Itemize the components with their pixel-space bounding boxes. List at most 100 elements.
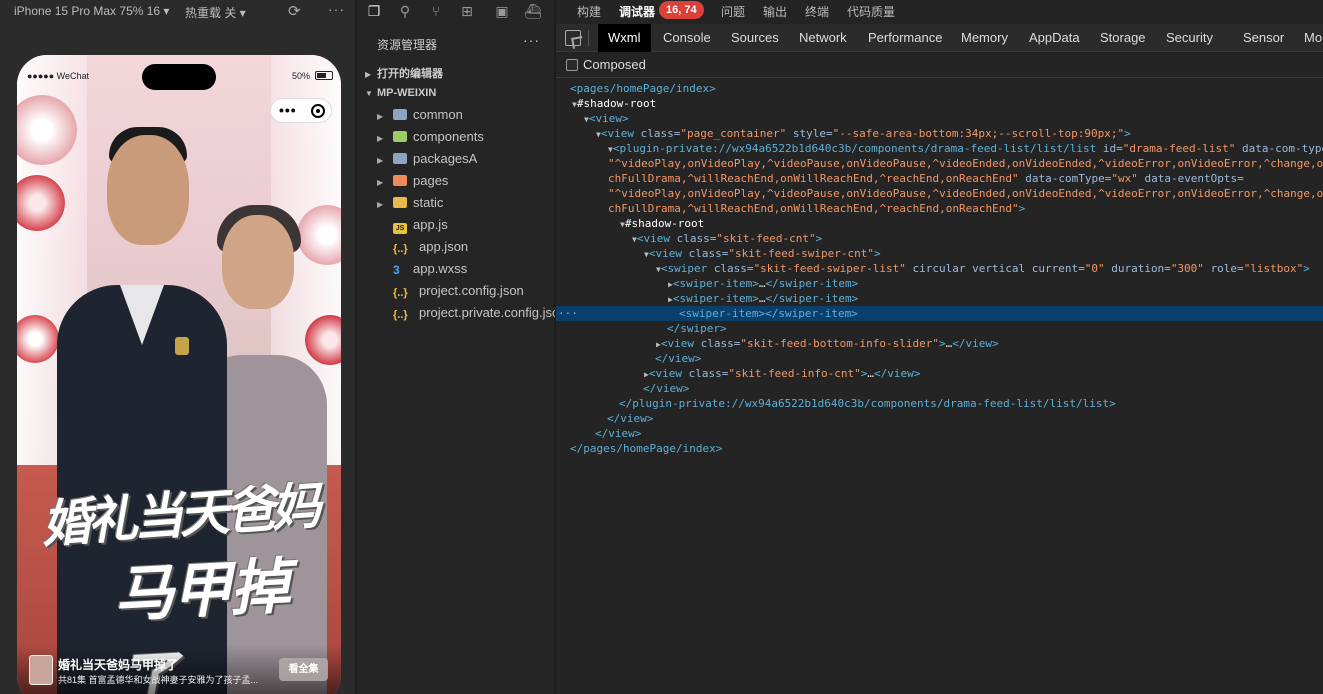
tree-line[interactable]: ▼<view class="page_container" style="--s… [556, 126, 1323, 141]
tree-item-app-json[interactable]: {..} app.json [393, 236, 571, 258]
hot-reload-toggle[interactable]: 热重载 关 ▾ [185, 4, 246, 21]
drama-thumbnail[interactable] [29, 655, 53, 685]
composed-checkbox[interactable] [566, 59, 578, 71]
tree-line[interactable]: chFullDrama,^willReachEnd,onWillReachEnd… [556, 201, 1323, 216]
tree-line[interactable]: ▶<view class="skit-feed-bottom-info-slid… [556, 336, 1323, 351]
open-editors-section[interactable]: ▶ 打开的编辑器 [365, 65, 443, 81]
tab-console[interactable]: Console [663, 24, 711, 52]
tab-wxml[interactable]: Wxml [598, 24, 651, 52]
tree-line[interactable]: ▶<swiper-item>…</swiper-item> [556, 276, 1323, 291]
status-bar: ●●●●● WeChat 50% [17, 55, 341, 95]
more-icon[interactable]: ··· [558, 306, 578, 321]
tab-storage[interactable]: Storage [1100, 24, 1146, 52]
tab-sensor[interactable]: Sensor [1243, 24, 1284, 52]
police-badge [175, 337, 189, 355]
tree-line[interactable]: </view> [556, 351, 1323, 366]
tree-line[interactable]: ▼<plugin-private://wx94a6522b1d640c3b/co… [556, 141, 1323, 156]
tree-line[interactable]: ▼<view class="skit-feed-swiper-cnt"> [556, 246, 1323, 261]
tree-item-project-config[interactable]: {..} project.config.json [393, 280, 571, 302]
tree-line[interactable]: ▼<view> [556, 111, 1323, 126]
tab-memory[interactable]: Memory [961, 24, 1008, 52]
tree-line[interactable]: ▶<swiper-item>…</swiper-item> [556, 291, 1323, 306]
chevron-right-icon: ▶ [377, 178, 384, 187]
phone-screen[interactable]: ●●●●● WeChat 50% ••• 婚礼当天爸妈 马甲掉了 婚礼当天爸妈马… [17, 55, 341, 694]
drama-title[interactable]: 婚礼当天爸妈马甲掉了 [58, 656, 178, 673]
activity-bar: ❐ ⚲ ⑂ ⊞ ▣ ⛴ [357, 0, 555, 22]
error-count-badge[interactable]: 16, 74 [659, 1, 704, 19]
tree-item-app-wxss[interactable]: 3 app.wxss [393, 258, 571, 280]
files-icon[interactable]: ❐ [365, 2, 383, 20]
refresh-icon[interactable]: ⟳ [288, 2, 301, 20]
tab-sources[interactable]: Sources [731, 24, 779, 52]
docker-icon[interactable]: ⛴ [524, 2, 542, 20]
tree-item-common[interactable]: ▶ common [377, 104, 555, 126]
tab-build[interactable]: 构建 [577, 3, 601, 20]
tree-line[interactable]: ▼#shadow-root [556, 216, 1323, 231]
tab-output[interactable]: 输出 [763, 3, 787, 20]
tree-line[interactable]: </view> [556, 381, 1323, 396]
tree-line[interactable]: </pages/homePage/index> [556, 441, 1323, 456]
tree-item-label: components [413, 129, 484, 144]
tree-line[interactable]: </plugin-private://wx94a6522b1d640c3b/co… [556, 396, 1323, 411]
tree-line[interactable]: </view> [556, 411, 1323, 426]
simulator-panel: iPhone 15 Pro Max 75% 16 ▾ 热重载 关 ▾ ⟳ ··· [0, 0, 356, 694]
tab-terminal[interactable]: 终端 [805, 3, 829, 20]
json-file-icon: {..} [393, 287, 408, 299]
tab-appdata[interactable]: AppData [1029, 24, 1080, 52]
tree-line-selected[interactable]: ··· <swiper-item></swiper-item> [556, 306, 1323, 321]
tree-item-packagesA[interactable]: ▶ packagesA [377, 148, 555, 170]
watch-all-button[interactable]: 看全集 [279, 658, 328, 681]
device-selector[interactable]: iPhone 15 Pro Max 75% 16 ▾ [14, 4, 169, 18]
extensions-icon[interactable]: ⊞ [458, 2, 476, 20]
tab-code-quality[interactable]: 代码质量 [847, 3, 895, 20]
tree-item-label: app.js [413, 217, 448, 232]
tree-line[interactable]: </swiper> [556, 321, 1323, 336]
tree-line[interactable]: "^videoPlay,onVideoPlay,^videoPause,onVi… [556, 186, 1323, 201]
explorer-panel: ❐ ⚲ ⑂ ⊞ ▣ ⛴ 资源管理器 ··· ▶ 打开的编辑器 ▼ MP-WEIXIN… [357, 0, 555, 694]
tree-item-label: project.config.json [419, 283, 524, 298]
man-face [107, 135, 189, 245]
explorer-more-icon[interactable]: ··· [523, 32, 540, 48]
tab-performance[interactable]: Performance [868, 24, 942, 52]
devtools-tabs: Wxml Console Sources Network Performance… [556, 24, 1323, 52]
project-section[interactable]: ▼ MP-WEIXIN [365, 87, 436, 99]
tree-line[interactable]: <pages/homePage/index> [556, 81, 1323, 96]
tab-more[interactable]: Mo [1304, 24, 1322, 52]
inspect-element-icon[interactable] [565, 30, 581, 46]
tree-item-label: common [413, 107, 463, 122]
tree-line[interactable]: ▶<view class="skit-feed-info-cnt">…</vie… [556, 366, 1323, 381]
capsule-more-icon[interactable]: ••• [279, 102, 297, 118]
tree-line[interactable]: chFullDrama,^willReachEnd,onWillReachEnd… [556, 171, 1323, 186]
search-icon[interactable]: ⚲ [396, 2, 414, 20]
miniprogram-capsule[interactable]: ••• [270, 98, 332, 123]
tree-item-pages[interactable]: ▶ pages [377, 170, 555, 192]
capsule-close-icon[interactable] [311, 104, 325, 118]
save-icon[interactable]: ▣ [493, 2, 511, 20]
tree-line[interactable]: "^videoPlay,onVideoPlay,^videoPause,onVi… [556, 156, 1323, 171]
tree-line[interactable]: ▼#shadow-root [556, 96, 1323, 111]
tab-problems[interactable]: 问题 [721, 3, 745, 20]
tree-line[interactable]: ▼<swiper class="skit-feed-swiper-list" c… [556, 261, 1323, 276]
chevron-right-icon: ▶ [377, 156, 384, 165]
chevron-right-icon: ▶ [377, 112, 384, 121]
tree-item-label: static [413, 195, 444, 210]
more-icon[interactable]: ··· [328, 1, 345, 17]
tree-line[interactable]: </view> [556, 426, 1323, 441]
tree-item-static[interactable]: ▶ static [377, 192, 555, 214]
json-file-icon: {..} [393, 243, 408, 255]
devtools-panel: 构建 调试器 16, 74 问题 输出 终端 代码质量 Wxml Console… [556, 0, 1323, 694]
tree-item-components[interactable]: ▶ components [377, 126, 555, 148]
tab-network[interactable]: Network [799, 24, 847, 52]
tab-security[interactable]: Security [1166, 24, 1213, 52]
source-control-icon[interactable]: ⑂ [427, 2, 445, 20]
divider [588, 30, 589, 46]
top-tabs: 构建 调试器 16, 74 问题 输出 终端 代码质量 [556, 0, 1323, 22]
tab-debugger[interactable]: 调试器 [619, 3, 655, 20]
tree-item-project-private-config[interactable]: {..} project.private.config.json [393, 302, 555, 324]
tree-line[interactable]: ▼<view class="skit-feed-cnt"> [556, 231, 1323, 246]
chevron-right-icon: ▶ [377, 134, 384, 143]
woman-face [222, 215, 294, 309]
filter-bar: Composed [556, 53, 1323, 78]
tree-item-app-js[interactable]: JS app.js [393, 214, 571, 236]
chevron-down-icon: ▼ [365, 89, 373, 98]
